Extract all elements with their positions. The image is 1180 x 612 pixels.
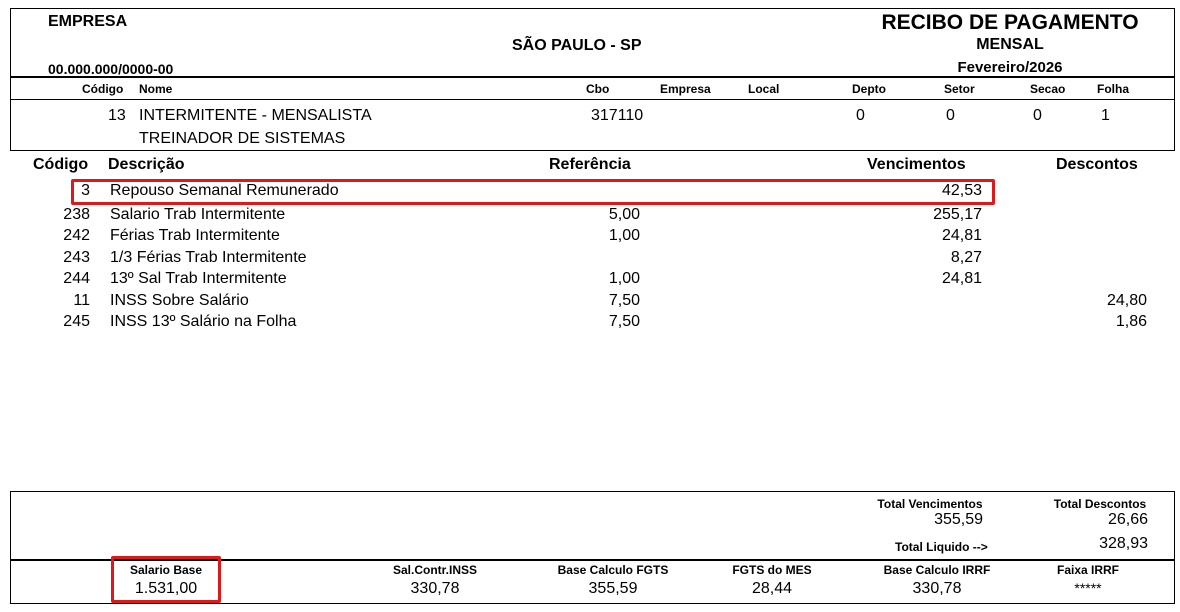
item-referencia: 7,50 — [608, 292, 640, 309]
item-referencia: 1,00 — [608, 227, 640, 244]
receipt-title: RECIBO DE PAGAMENTO — [881, 11, 1139, 34]
item-descricao: 1/3 Férias Trab Intermitente — [110, 249, 307, 266]
total-liquido-label: Total Liquido --> — [895, 540, 988, 554]
col-header-depto: Depto — [852, 82, 886, 96]
faixa-irrf-label: Faixa IRRF — [1056, 563, 1119, 577]
employee-depto: 0 — [856, 107, 865, 124]
total-vencimentos-label: Total Vencimentos — [877, 497, 983, 511]
total-vencimentos-value: 355,59 — [934, 511, 983, 528]
employee-folha: 1 — [1101, 107, 1110, 124]
item-referencia: 5,00 — [608, 206, 640, 223]
employee-cbo: 317110 — [591, 107, 644, 124]
employee-nome: INTERMITENTE - MENSALISTA — [139, 107, 372, 124]
item-descricao: 13º Sal Trab Intermitente — [110, 270, 287, 287]
total-liquido-value: 328,93 — [1099, 535, 1148, 552]
item-codigo: 238 — [63, 206, 90, 223]
employee-setor: 0 — [946, 107, 955, 124]
col-header-cbo: Cbo — [586, 82, 610, 96]
employee-codigo: 13 — [108, 107, 126, 124]
items-header-descontos: Descontos — [1056, 156, 1138, 173]
item-codigo: 244 — [63, 270, 90, 287]
receipt-period: Fevereiro/2026 — [957, 59, 1063, 76]
highlight-repouso-row — [71, 179, 995, 205]
col-header-local: Local — [748, 82, 780, 96]
base-fgts-value: 355,59 — [588, 580, 638, 597]
item-vencimentos: 24,81 — [941, 227, 982, 244]
item-referencia: 7,50 — [608, 313, 640, 330]
item-descricao: Férias Trab Intermitente — [110, 227, 280, 244]
employee-cargo: TREINADOR DE SISTEMAS — [139, 130, 346, 147]
base-irrf-value: 330,78 — [912, 580, 962, 597]
sal-contr-inss-value: 330,78 — [410, 580, 460, 597]
company-label: EMPRESA — [48, 13, 128, 30]
items-header-referencia: Referência — [549, 156, 631, 173]
cnpj-label: 00.000.000/0000-00 — [48, 61, 174, 77]
item-codigo: 11 — [73, 292, 90, 309]
faixa-irrf-value: ***** — [1074, 580, 1102, 596]
receipt-subtitle: MENSAL — [976, 36, 1044, 53]
col-header-secao: Secao — [1030, 82, 1066, 96]
city-label: SÃO PAULO - SP — [512, 37, 642, 54]
item-vencimentos: 24,81 — [941, 270, 982, 287]
col-header-codigo: Código — [82, 82, 124, 96]
item-descontos: 24,80 — [1106, 292, 1147, 309]
base-fgts-label: Base Calculo FGTS — [557, 563, 669, 577]
item-referencia: 1,00 — [608, 270, 640, 287]
fgts-mes-label: FGTS do MES — [732, 563, 812, 577]
fgts-mes-value: 28,44 — [751, 580, 793, 597]
header-divider-columns — [11, 99, 1174, 100]
col-header-folha: Folha — [1097, 82, 1129, 96]
total-descontos-value: 26,66 — [1107, 511, 1148, 528]
employee-secao: 0 — [1033, 107, 1042, 124]
col-header-nome: Nome — [139, 82, 173, 96]
item-codigo: 242 — [63, 227, 90, 244]
item-codigo: 243 — [63, 249, 90, 266]
items-header-codigo: Código — [33, 156, 89, 173]
item-vencimentos: 255,17 — [933, 206, 982, 223]
col-header-setor: Setor — [944, 82, 975, 96]
item-descricao: INSS Sobre Salário — [110, 292, 249, 309]
items-header-descricao: Descrição — [108, 156, 185, 173]
item-descricao: INSS 13º Salário na Folha — [110, 313, 297, 330]
item-vencimentos: 8,27 — [950, 249, 982, 266]
base-irrf-label: Base Calculo IRRF — [883, 563, 991, 577]
item-descontos: 1,86 — [1115, 313, 1147, 330]
total-descontos-label: Total Descontos — [1053, 497, 1147, 511]
highlight-salario-base — [111, 556, 221, 603]
item-descricao: Salario Trab Intermitente — [110, 206, 286, 223]
col-header-empresa: Empresa — [660, 82, 711, 96]
header-divider-top — [11, 76, 1174, 78]
item-codigo: 245 — [63, 313, 90, 330]
items-header-vencimentos: Vencimentos — [867, 156, 966, 173]
sal-contr-inss-label: Sal.Contr.INSS — [392, 563, 478, 577]
